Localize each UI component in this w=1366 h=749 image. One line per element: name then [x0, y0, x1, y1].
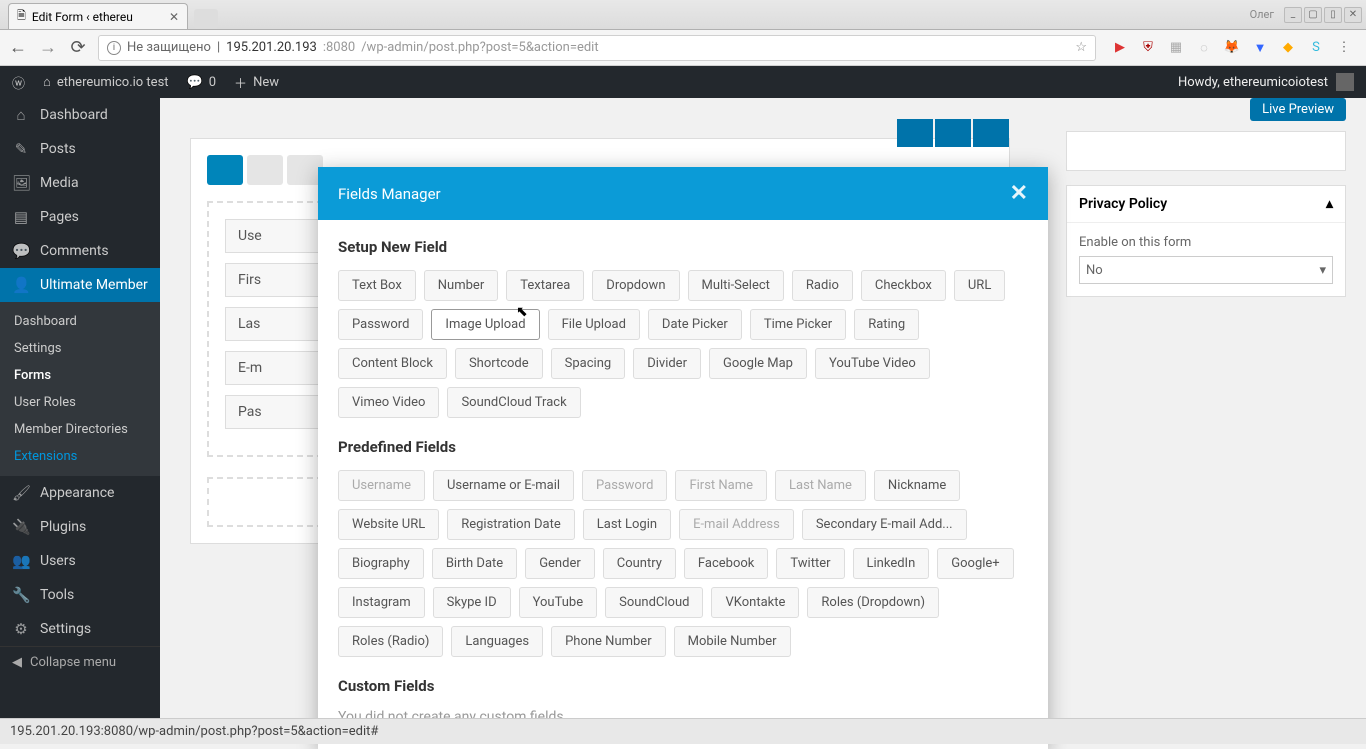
new-field-url[interactable]: URL: [954, 270, 1005, 301]
new-field-radio[interactable]: Radio: [792, 270, 853, 301]
predef-field-birth-date[interactable]: Birth Date: [432, 548, 517, 579]
new-field-textarea[interactable]: Textarea: [506, 270, 584, 301]
status-bar: 195.201.20.193:8080/wp-admin/post.php?po…: [0, 718, 1366, 744]
predef-field-username-or-e-mail[interactable]: Username or E-mail: [433, 470, 574, 501]
close-window-button[interactable]: ✕: [1344, 7, 1362, 23]
ext-icon-3[interactable]: ▦: [1168, 40, 1184, 56]
predef-field-linkedin[interactable]: LinkedIn: [853, 548, 930, 579]
new-field-image-upload[interactable]: Image Upload: [431, 309, 539, 340]
predef-field-last-name: Last Name: [775, 470, 866, 501]
address-bar: ← → ⟳ i Не защищено | 195.201.20.193:808…: [0, 30, 1366, 66]
status-url: 195.201.20.193:8080/wp-admin/post.php?po…: [10, 724, 378, 739]
new-field-divider[interactable]: Divider: [633, 348, 701, 379]
predef-field-last-login[interactable]: Last Login: [583, 509, 671, 540]
forward-icon[interactable]: →: [38, 37, 58, 58]
tab-title: Edit Form ‹ ethereu: [32, 10, 163, 24]
os-username: Олег: [1250, 8, 1274, 21]
predefined-fields-heading: Predefined Fields: [338, 438, 1028, 456]
predef-field-languages[interactable]: Languages: [451, 626, 543, 657]
new-field-file-upload[interactable]: File Upload: [548, 309, 640, 340]
bookmark-icon[interactable]: ☆: [1075, 40, 1087, 55]
insecure-label: Не защищено: [127, 40, 211, 55]
modal-header: Fields Manager ✕: [318, 167, 1048, 220]
predef-field-google-[interactable]: Google+: [937, 548, 1013, 579]
new-field-number[interactable]: Number: [424, 270, 498, 301]
predef-field-facebook[interactable]: Facebook: [684, 548, 768, 579]
predef-field-skype-id[interactable]: Skype ID: [433, 587, 511, 618]
browser-tab[interactable]: 🗎 Edit Form ‹ ethereu ✕: [8, 3, 188, 29]
new-field-vimeo-video[interactable]: Vimeo Video: [338, 387, 439, 418]
ext-icon-1[interactable]: ▶: [1112, 40, 1128, 56]
new-field-dropdown[interactable]: Dropdown: [592, 270, 679, 301]
predef-field-twitter[interactable]: Twitter: [776, 548, 844, 579]
predef-field-gender[interactable]: Gender: [525, 548, 595, 579]
predef-field-password: Password: [582, 470, 667, 501]
new-field-checkbox[interactable]: Checkbox: [861, 270, 946, 301]
predef-field-vkontakte[interactable]: VKontakte: [711, 587, 799, 618]
ext-icon-4[interactable]: ◌: [1196, 40, 1212, 56]
maximize-vert-button[interactable]: ▯: [1324, 7, 1342, 23]
reload-icon[interactable]: ⟳: [68, 37, 88, 58]
predef-field-phone-number[interactable]: Phone Number: [551, 626, 666, 657]
url-host: 195.201.20.193: [226, 40, 317, 55]
new-field-content-block[interactable]: Content Block: [338, 348, 447, 379]
ext-icon-6[interactable]: ▼: [1252, 40, 1268, 56]
predef-field-country[interactable]: Country: [603, 548, 676, 579]
minimize-button[interactable]: _: [1284, 7, 1302, 23]
new-field-spacing[interactable]: Spacing: [551, 348, 626, 379]
custom-fields-heading: Custom Fields: [338, 677, 1028, 695]
url-input[interactable]: i Не защищено | 195.201.20.193:8080/wp-a…: [98, 35, 1096, 61]
site-info-icon[interactable]: i: [107, 41, 121, 55]
predef-field-website-url[interactable]: Website URL: [338, 509, 439, 540]
new-field-google-map[interactable]: Google Map: [709, 348, 807, 379]
predef-field-instagram[interactable]: Instagram: [338, 587, 425, 618]
close-tab-icon[interactable]: ✕: [169, 10, 179, 24]
modal-title: Fields Manager: [338, 185, 441, 203]
page-favicon-icon: 🗎: [17, 7, 26, 26]
predef-field-username: Username: [338, 470, 425, 501]
ext-icon-5[interactable]: 🦊: [1224, 40, 1240, 56]
predef-field-secondary-e-mail-add-[interactable]: Secondary E-mail Add...: [802, 509, 967, 540]
new-field-soundcloud-track[interactable]: SoundCloud Track: [447, 387, 580, 418]
predef-field-nickname[interactable]: Nickname: [874, 470, 960, 501]
extension-icons: ▶ ⛨ ▦ ◌ 🦊 ▼ ◆ S ⋮: [1106, 40, 1358, 56]
predef-field-roles-dropdown-[interactable]: Roles (Dropdown): [807, 587, 939, 618]
back-icon[interactable]: ←: [8, 37, 28, 58]
predef-field-biography[interactable]: Biography: [338, 548, 424, 579]
predef-field-registration-date[interactable]: Registration Date: [447, 509, 575, 540]
new-field-youtube-video[interactable]: YouTube Video: [815, 348, 930, 379]
new-field-time-picker[interactable]: Time Picker: [750, 309, 846, 340]
browser-tab-strip: 🗎 Edit Form ‹ ethereu ✕ Олег _ ▢ ▯ ✕: [0, 0, 1366, 30]
new-field-shortcode[interactable]: Shortcode: [455, 348, 543, 379]
predef-field-first-name: First Name: [675, 470, 767, 501]
new-field-text-box[interactable]: Text Box: [338, 270, 416, 301]
setup-new-field-heading: Setup New Field: [338, 238, 1028, 256]
predef-field-youtube[interactable]: YouTube: [519, 587, 598, 618]
new-field-date-picker[interactable]: Date Picker: [648, 309, 742, 340]
chrome-menu-icon[interactable]: ⋮: [1336, 40, 1352, 56]
new-field-multi-select[interactable]: Multi-Select: [688, 270, 784, 301]
predef-field-e-mail-address: E-mail Address: [679, 509, 794, 540]
new-tab-button[interactable]: [194, 9, 218, 29]
predef-field-soundcloud[interactable]: SoundCloud: [605, 587, 703, 618]
predef-field-roles-radio-[interactable]: Roles (Radio): [338, 626, 443, 657]
ext-icon-7[interactable]: ◆: [1280, 40, 1296, 56]
modal-close-icon[interactable]: ✕: [1010, 181, 1028, 206]
new-field-rating[interactable]: Rating: [854, 309, 919, 340]
ext-icon-8[interactable]: S: [1308, 40, 1324, 56]
ext-icon-2[interactable]: ⛨: [1140, 40, 1156, 56]
modal-overlay: Fields Manager ✕ Setup New Field Text Bo…: [0, 66, 1366, 718]
maximize-button[interactable]: ▢: [1304, 7, 1322, 23]
predef-field-mobile-number[interactable]: Mobile Number: [674, 626, 791, 657]
new-field-password[interactable]: Password: [338, 309, 423, 340]
fields-manager-modal: Fields Manager ✕ Setup New Field Text Bo…: [318, 167, 1048, 749]
